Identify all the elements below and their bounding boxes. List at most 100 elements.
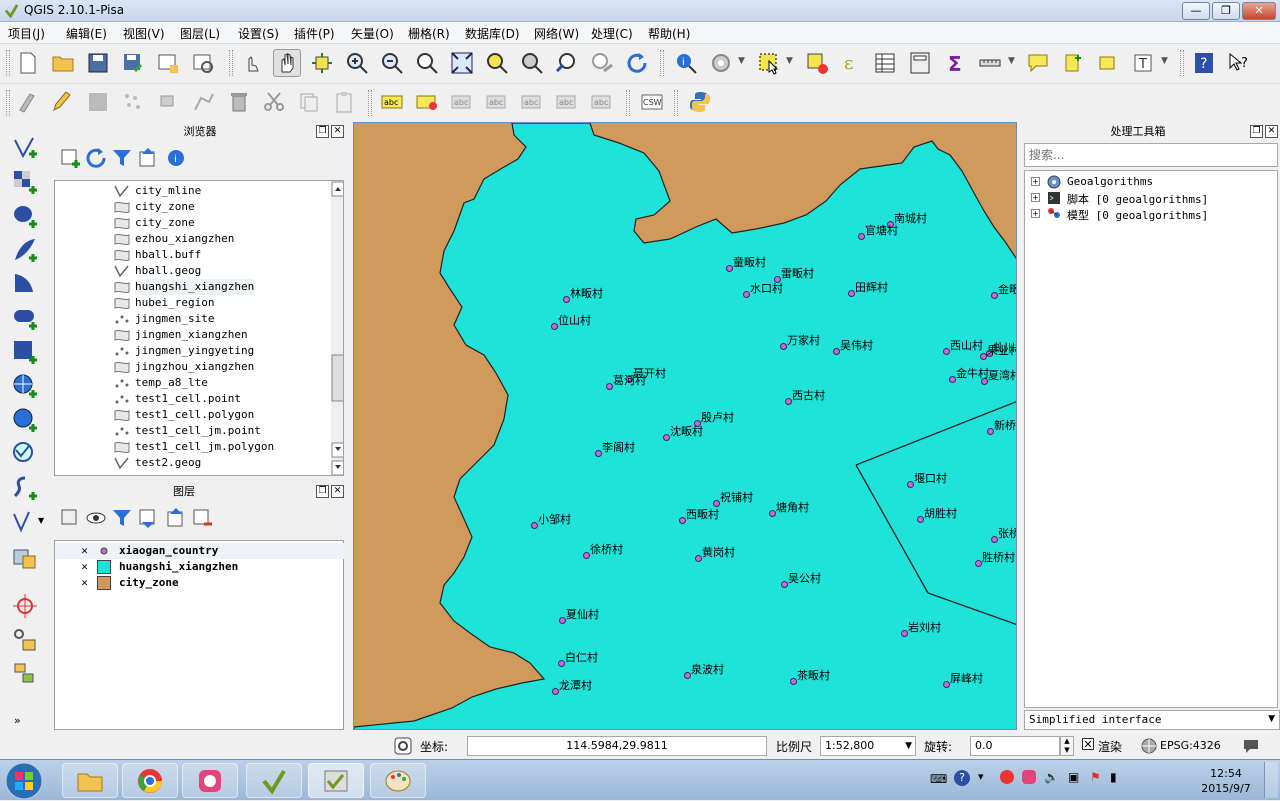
- add-spatialite-layer-button[interactable]: [8, 234, 42, 266]
- rotation-field[interactable]: 0.0: [970, 736, 1060, 756]
- browser-item[interactable]: hubei_region: [114, 295, 214, 311]
- network-tray-icon[interactable]: ▾: [978, 770, 984, 783]
- menu-edit[interactable]: 编辑(E): [66, 25, 107, 42]
- new-print-composer-button[interactable]: [154, 49, 182, 77]
- zoom-out-button[interactable]: [378, 49, 406, 77]
- add-selected-layers-button[interactable]: [56, 144, 84, 172]
- village-point[interactable]: [917, 516, 924, 523]
- add-mssql-layer-button[interactable]: [8, 268, 42, 300]
- zoom-to-selection-button[interactable]: [483, 49, 511, 77]
- new-memory-layer-button[interactable]: [8, 542, 42, 574]
- add-postgis-layer-button[interactable]: [8, 200, 42, 232]
- village-point[interactable]: [583, 552, 590, 559]
- show-bookmarks-button[interactable]: [1094, 49, 1122, 77]
- taskbar-qgis[interactable]: [246, 763, 302, 798]
- field-calculator-button[interactable]: [906, 49, 934, 77]
- add-gps-button[interactable]: [8, 590, 42, 622]
- processing-tree[interactable]: + Geoalgorithms + 脚本 [0 geoalgorithms] +…: [1024, 170, 1278, 708]
- village-point[interactable]: [975, 560, 982, 567]
- refresh-button[interactable]: [623, 49, 651, 77]
- village-point[interactable]: [780, 343, 787, 350]
- text-annotation-button[interactable]: T: [1130, 49, 1158, 77]
- windows-start-icon[interactable]: [4, 761, 44, 801]
- remove-layer-button[interactable]: [188, 504, 216, 532]
- open-project-button[interactable]: [49, 49, 77, 77]
- close-panel-icon[interactable]: ✕: [1265, 125, 1278, 138]
- maximize-button[interactable]: ❐: [1212, 2, 1240, 20]
- village-point[interactable]: [981, 378, 988, 385]
- new-project-button[interactable]: [14, 49, 42, 77]
- save-project-button[interactable]: [84, 49, 112, 77]
- village-point[interactable]: [907, 481, 914, 488]
- save-as-button[interactable]: [119, 49, 147, 77]
- pan-map-button[interactable]: [273, 49, 301, 77]
- browser-item[interactable]: test1_cell.polygon: [114, 407, 254, 423]
- attribute-table-button[interactable]: [871, 49, 899, 77]
- village-point[interactable]: [785, 398, 792, 405]
- scale-combobox[interactable]: 1:52,800 ▼: [820, 736, 916, 756]
- monitor-icon[interactable]: ▣: [1068, 770, 1079, 784]
- chevron-double-down-icon[interactable]: »: [14, 714, 21, 727]
- layer-visibility-checkbox[interactable]: ✕: [79, 561, 90, 572]
- village-point[interactable]: [726, 265, 733, 272]
- coordinate-toggle-icon[interactable]: [394, 737, 412, 755]
- menu-web[interactable]: 网络(W): [534, 25, 579, 42]
- zoom-full-button[interactable]: [448, 49, 476, 77]
- browser-item[interactable]: test1_cell.point: [115, 391, 241, 407]
- zoom-to-layer-button[interactable]: [518, 49, 546, 77]
- manage-visibility-button[interactable]: [82, 504, 110, 532]
- browser-item[interactable]: jingmen_site: [115, 311, 214, 327]
- layer-row[interactable]: ✕ city_zone: [55, 575, 345, 591]
- village-point[interactable]: [679, 517, 686, 524]
- village-point[interactable]: [848, 290, 855, 297]
- browser-item[interactable]: city_zone: [114, 215, 195, 231]
- add-db2-layer-button[interactable]: [8, 336, 42, 368]
- filter-browser-button[interactable]: [108, 144, 136, 172]
- chevron-down-icon[interactable]: ▼: [1161, 56, 1168, 66]
- processing-mode-select[interactable]: Simplified interface ▼: [1024, 710, 1280, 730]
- new-bookmark-button[interactable]: [1060, 49, 1088, 77]
- menu-plugins[interactable]: 插件(P): [294, 25, 335, 42]
- browser-item[interactable]: test1_cell_jm.polygon: [114, 439, 274, 455]
- village-point[interactable]: [684, 672, 691, 679]
- chevron-down-icon[interactable]: ▼: [738, 56, 745, 66]
- toggle-editing-button[interactable]: [48, 88, 76, 116]
- paste-features-button[interactable]: [330, 88, 358, 116]
- zoom-last-button[interactable]: [553, 49, 581, 77]
- menu-layer[interactable]: 图层(L): [180, 25, 220, 42]
- current-edits-button[interactable]: [14, 88, 42, 116]
- village-point[interactable]: [606, 383, 613, 390]
- minimize-button[interactable]: —: [1182, 2, 1210, 20]
- refresh-browser-button[interactable]: [82, 144, 110, 172]
- app-tray-icon[interactable]: [1022, 770, 1036, 784]
- browser-item[interactable]: ezhou_xiangzhen: [114, 231, 234, 247]
- taskbar-qgis-active[interactable]: [308, 763, 364, 798]
- rotate-label-button[interactable]: abc: [553, 88, 581, 116]
- browser-item[interactable]: temp_a8_lte: [115, 375, 208, 391]
- close-panel-icon[interactable]: ✕: [331, 125, 344, 138]
- menu-database[interactable]: 数据库(D): [465, 25, 520, 42]
- village-point[interactable]: [901, 630, 908, 637]
- zoom-in-button[interactable]: [343, 49, 371, 77]
- taskbar-chrome[interactable]: [122, 763, 178, 798]
- village-point[interactable]: [991, 292, 998, 299]
- float-panel-icon[interactable]: ❐: [316, 125, 329, 138]
- copy-features-button[interactable]: [295, 88, 323, 116]
- float-panel-icon[interactable]: ❐: [1250, 125, 1263, 138]
- csw-button[interactable]: CSW: [638, 88, 666, 116]
- identify-button[interactable]: i: [672, 49, 700, 77]
- zoom-next-button[interactable]: [588, 49, 616, 77]
- whats-this-button[interactable]: ?: [1225, 49, 1253, 77]
- select-features-button[interactable]: [755, 49, 783, 77]
- pan-to-selection-button[interactable]: [308, 49, 336, 77]
- zoom-native-button[interactable]: [413, 49, 441, 77]
- add-oracle-layer-button[interactable]: [8, 302, 42, 334]
- menu-help[interactable]: 帮助(H): [648, 25, 690, 42]
- add-feature-button[interactable]: [119, 88, 147, 116]
- composer-manager-button[interactable]: [189, 49, 217, 77]
- add-delimited-text-button[interactable]: [8, 472, 42, 504]
- chevron-down-icon[interactable]: ▼: [38, 516, 44, 525]
- browser-item[interactable]: jingmen_xiangzhen: [114, 327, 248, 343]
- village-point[interactable]: [663, 434, 670, 441]
- village-point[interactable]: [858, 233, 865, 240]
